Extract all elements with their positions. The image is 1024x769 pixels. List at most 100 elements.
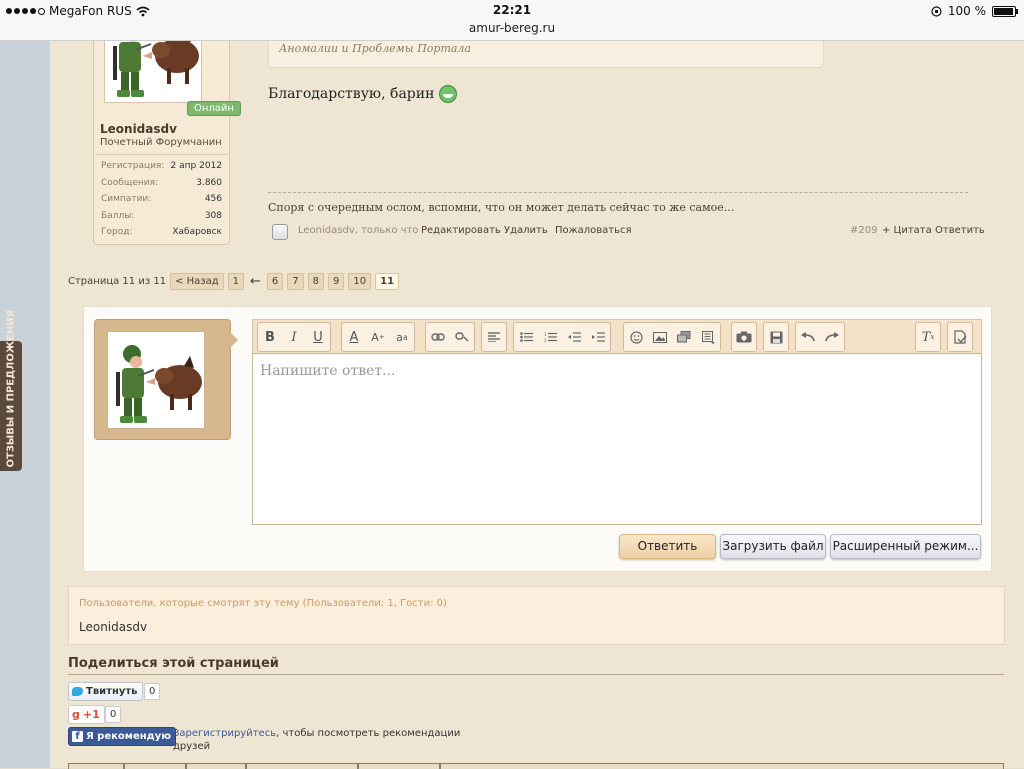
font-color-icon[interactable]: A <box>342 323 366 351</box>
author-title: Почетный Форумчанин <box>100 137 222 148</box>
advanced-mode-button[interactable]: Расширенный режим... <box>830 534 981 559</box>
link-icon[interactable] <box>426 323 450 351</box>
page-link[interactable]: 8 <box>307 273 325 290</box>
battery-percent: 100 % <box>947 4 986 18</box>
reply-editor[interactable]: Напишите ответ... <box>252 353 982 525</box>
feedback-tab[interactable]: ОТЗЫВЫ И ПРЕДЛОЖЕНИЯ <box>0 309 22 471</box>
insert-more-icon[interactable] <box>696 323 720 351</box>
font-size-icon[interactable]: A + <box>366 323 390 351</box>
bottom-tab[interactable] <box>440 763 1004 769</box>
stat-label: Сообщения: <box>101 177 159 188</box>
stat-label: Регистрация: <box>101 161 165 171</box>
stat-value[interactable]: 308 <box>205 211 222 228</box>
ios-status-bar: MegaFon RUS 22:21 amur-bereg.ru 100 % <box>0 0 1024 41</box>
stat-value: Хабаровск <box>172 227 222 237</box>
reply-avatar-card <box>94 319 238 440</box>
stat-value[interactable]: 456 <box>205 194 222 211</box>
align-icon[interactable] <box>482 323 506 351</box>
list-group: 12 <box>513 322 611 352</box>
photo-group <box>731 322 757 352</box>
report-link[interactable]: Пожаловаться <box>555 225 632 236</box>
reply-link[interactable]: Ответить <box>935 225 985 236</box>
bullet-list-icon[interactable] <box>514 323 538 351</box>
feedback-tab-label: ОТЗЫВЫ И ПРЕДЛОЖЕНИЯ <box>5 309 17 468</box>
upload-file-button[interactable]: Загрузить файл <box>720 534 826 559</box>
page-link-current[interactable]: 11 <box>375 273 400 290</box>
link-group <box>425 322 475 352</box>
quote-link[interactable]: + Цитата <box>882 225 932 236</box>
bottom-tab[interactable] <box>358 763 440 769</box>
media-icon[interactable] <box>672 323 696 351</box>
edit-link[interactable]: Редактировать <box>421 225 501 236</box>
save-group <box>763 322 789 352</box>
delete-link[interactable]: Удалить <box>504 225 548 236</box>
quote-block: Аномалии и Проблемы Портала <box>268 40 824 68</box>
post-message: Благодарствую, барин <box>268 85 458 103</box>
facebook-icon: f <box>72 731 83 742</box>
numbered-list-icon[interactable]: 12 <box>538 323 562 351</box>
signature-divider <box>268 192 968 193</box>
align-group <box>481 322 507 352</box>
facebook-button-label: Я рекомендую <box>86 730 171 742</box>
bottom-tab[interactable] <box>68 763 124 769</box>
font-family-icon[interactable]: aa <box>390 323 414 351</box>
image-icon[interactable] <box>648 323 672 351</box>
register-link[interactable]: Зарегистрируйтесь <box>173 728 276 739</box>
page-link-first[interactable]: 1 <box>227 273 245 290</box>
underline-icon[interactable]: U <box>306 323 330 351</box>
toggle-bbcode-icon[interactable] <box>948 323 972 351</box>
bottom-tab[interactable] <box>124 763 186 769</box>
tweet-button-label: Твитнуть <box>86 685 138 697</box>
viewer-username[interactable]: Leonidasdv <box>79 620 147 634</box>
page-link[interactable]: 7 <box>287 273 304 290</box>
unlink-icon[interactable] <box>450 323 474 351</box>
facebook-recommend-button[interactable]: f Я рекомендую <box>68 727 176 746</box>
bottom-tab[interactable] <box>186 763 246 769</box>
gplus-button-label: +1 <box>82 707 100 721</box>
page-link[interactable]: 9 <box>328 273 345 290</box>
gplus-icon: g <box>72 707 80 721</box>
author-stats: Регистрация: 2 апр 2012 Сообщения: 3.860… <box>95 154 228 244</box>
reply-submit-button[interactable]: Ответить <box>619 534 716 559</box>
tweet-button[interactable]: Твитнуть <box>68 682 143 701</box>
share-title: Поделиться этой страницей <box>68 656 279 671</box>
bold-icon[interactable]: B <box>258 323 282 351</box>
redo-icon[interactable] <box>820 323 844 351</box>
save-draft-icon[interactable] <box>764 323 788 351</box>
address-bar[interactable]: amur-bereg.ru <box>0 21 1024 35</box>
quick-reply: B I U A A + aa 12 T x Напишите ответ... … <box>83 306 992 572</box>
italic-icon[interactable]: I <box>282 323 306 351</box>
indent-icon[interactable] <box>586 323 610 351</box>
author-username[interactable]: Leonidasdv <box>100 122 177 136</box>
prev-page-button[interactable]: < Назад <box>170 273 224 290</box>
post-meta[interactable]: Leonidasdv, только что <box>298 225 419 236</box>
svg-text:2: 2 <box>544 338 547 342</box>
remove-formatting-icon[interactable]: Tx <box>916 323 940 351</box>
camera-icon[interactable] <box>732 323 756 351</box>
stat-row: Город: Хабаровск <box>95 227 228 244</box>
page-jump-arrow-icon[interactable]: ← <box>250 274 261 289</box>
undo-icon[interactable] <box>796 323 820 351</box>
stat-value[interactable]: 3.860 <box>196 178 222 195</box>
my-avatar[interactable] <box>107 331 205 429</box>
pagination: Страница 11 из 11 < Назад 1 ← 6 7 8 9 10… <box>68 273 400 290</box>
bottom-nav-tabs <box>68 763 1004 769</box>
insert-group <box>623 322 721 352</box>
orientation-lock-icon <box>931 5 942 17</box>
page-link[interactable]: 10 <box>348 273 372 290</box>
page-link[interactable]: 6 <box>266 273 284 290</box>
author-avatar[interactable] <box>104 40 202 103</box>
stat-row: Регистрация: 2 апр 2012 <box>95 161 228 178</box>
bottom-tab[interactable] <box>246 763 358 769</box>
outdent-icon[interactable] <box>562 323 586 351</box>
twitter-bird-icon <box>72 687 83 696</box>
post-message-text: Благодарствую, барин <box>268 86 435 102</box>
editor-placeholder: Напишите ответ... <box>260 363 396 379</box>
quote-text[interactable]: Аномалии и Проблемы Портала <box>279 42 471 55</box>
smilie-icon[interactable] <box>624 323 648 351</box>
post-number-link[interactable]: #209 <box>850 225 877 236</box>
select-post-checkbox[interactable] <box>272 224 288 240</box>
facebook-recommend-text: Зарегистрируйтесь, чтобы посмотреть реко… <box>173 727 463 753</box>
stat-row: Симпатии: 456 <box>95 194 228 211</box>
gplus-button[interactable]: g +1 <box>68 705 105 724</box>
